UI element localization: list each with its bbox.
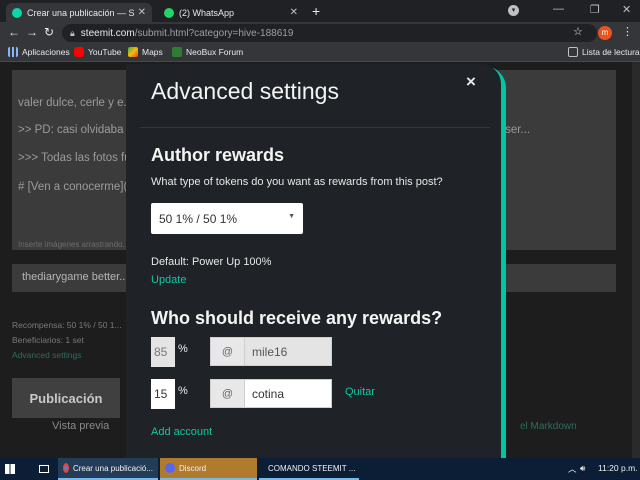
taskbar: Crear una publicació... Discord COMANDO … [0, 458, 640, 480]
beneficiary-percent-input[interactable]: 85 [151, 337, 175, 367]
bookmark-label: Maps [142, 47, 163, 57]
taskbar-item-chrome[interactable]: Crear una publicació... [58, 458, 158, 480]
publish-button[interactable]: Publicación [12, 378, 120, 418]
update-link[interactable]: Update [151, 274, 186, 286]
author-rewards-heading: Author rewards [151, 145, 285, 165]
percent-sign: % [178, 385, 188, 397]
divider [140, 127, 490, 128]
taskbar-item-discord[interactable]: Discord [160, 458, 257, 480]
bookmark-star-icon[interactable]: ☆ [573, 25, 583, 38]
task-view-icon [39, 465, 49, 473]
clock[interactable]: 11:20 p.m. [598, 463, 638, 473]
beneficiary-account-input[interactable]: mile16 [244, 337, 332, 366]
new-tab-button[interactable]: + [312, 3, 320, 19]
tab-steemit[interactable]: Crear una publicación — Steemit ✕ [6, 3, 152, 22]
whatsapp-favicon-icon [164, 7, 174, 18]
youtube-icon [74, 47, 84, 57]
profile-avatar[interactable]: m [598, 26, 612, 40]
close-icon[interactable]: × [466, 72, 476, 92]
advanced-settings-link[interactable]: Advanced settings [12, 350, 81, 360]
preview-label: Vista previa [52, 420, 110, 432]
discord-icon [165, 463, 175, 473]
taskbar-label: Crear una publicació... [72, 463, 153, 473]
bookmark-label: YouTube [88, 47, 122, 57]
bookmark-apps[interactable]: Aplicaciones [8, 47, 70, 57]
reading-list-label: Lista de lectura [582, 47, 640, 57]
beneficiary-percent-input[interactable]: 15 [151, 379, 175, 409]
close-tab-icon[interactable]: ✕ [138, 7, 146, 18]
back-icon[interactable]: ← [8, 25, 20, 39]
beneficiaries-summary: Beneficiarios: 1 set [12, 335, 84, 345]
tray-chevron-icon[interactable]: ︿ [568, 463, 577, 475]
maps-icon [128, 47, 138, 57]
default-rewards-text: Default: Power Up 100% [151, 256, 272, 268]
task-view-button[interactable] [34, 458, 58, 480]
bookmark-label: NeoBux Forum [186, 47, 244, 57]
windows-logo-icon [5, 464, 15, 474]
volume-icon[interactable]: 🔊︎ [580, 463, 585, 474]
close-tab-icon[interactable]: ✕ [290, 7, 298, 18]
rewards-select[interactable]: 50 1% / 50 1% ▼ [151, 203, 303, 234]
bookmark-maps[interactable]: Maps [128, 47, 163, 57]
start-button[interactable] [0, 458, 34, 480]
scrollbar[interactable] [632, 62, 640, 458]
url-host: steemit.com [80, 27, 135, 39]
menu-icon[interactable]: ⋮ [622, 25, 633, 38]
bookmark-youtube[interactable]: YouTube [74, 47, 121, 57]
chevron-down-icon: ▼ [288, 213, 295, 220]
tab-whatsapp[interactable]: (2) WhatsApp ✕ [158, 3, 304, 22]
tab-strip: Crear una publicación — Steemit ✕ (2) Wh… [0, 0, 640, 22]
rewards-question: What type of tokens do you want as rewar… [151, 176, 443, 188]
tab-title: (2) WhatsApp [179, 7, 235, 18]
browser-toolbar: ← → ↻ 🔒︎ steemit.com/submit.html?categor… [0, 22, 640, 44]
at-symbol-addon: @ [210, 337, 245, 366]
taskbar-label: Discord [179, 463, 207, 473]
remove-beneficiary-button[interactable]: Quitar [345, 386, 375, 398]
taskbar-item-word[interactable]: COMANDO STEEMIT ... [259, 458, 359, 480]
chrome-icon [63, 463, 69, 473]
taskbar-label: COMANDO STEEMIT ... [268, 463, 356, 473]
forward-icon[interactable]: → [26, 25, 38, 39]
window-close-icon[interactable]: ✕ [622, 3, 631, 16]
bookmarks-bar: Aplicaciones YouTube Maps NeoBux Forum L… [0, 44, 640, 62]
beneficiary-account-input[interactable]: cotina [244, 379, 332, 408]
maximize-icon[interactable]: ❐ [590, 3, 600, 16]
neobux-icon [172, 47, 182, 57]
reading-list-icon [568, 47, 578, 57]
image-upload-hint: Inserte imágenes arrastrando... [18, 240, 130, 249]
reading-list[interactable]: Lista de lectura [568, 47, 640, 57]
apps-grid-icon [8, 47, 18, 57]
bookmark-neobux[interactable]: NeoBux Forum [172, 47, 243, 57]
lock-icon: 🔒︎ [70, 27, 75, 38]
minimize-icon[interactable]: — [553, 3, 564, 15]
url-path: /submit.html?category=hive-188619 [134, 27, 294, 39]
tab-search-icon[interactable]: ▾ [508, 5, 519, 16]
modal-title: Advanced settings [151, 78, 339, 104]
advanced-settings-modal: Advanced settings × Author rewards What … [126, 64, 501, 458]
markdown-link[interactable]: el Markdown [520, 421, 577, 432]
rewards-select-value: 50 1% / 50 1% [159, 211, 238, 226]
bookmark-label: Aplicaciones [22, 47, 70, 57]
at-symbol-addon: @ [210, 379, 245, 408]
tab-title: Crear una publicación — Steemit [27, 7, 134, 18]
percent-sign: % [178, 343, 188, 355]
rewards-summary: Recompensa: 50 1% / 50 1... [12, 320, 122, 330]
reload-icon[interactable]: ↻ [44, 25, 54, 39]
address-bar[interactable]: 🔒︎ steemit.com/submit.html?category=hive… [62, 24, 597, 42]
add-account-button[interactable]: Add account [151, 426, 212, 438]
steemit-favicon-icon [12, 7, 22, 18]
beneficiaries-heading: Who should receive any rewards? [151, 308, 443, 328]
